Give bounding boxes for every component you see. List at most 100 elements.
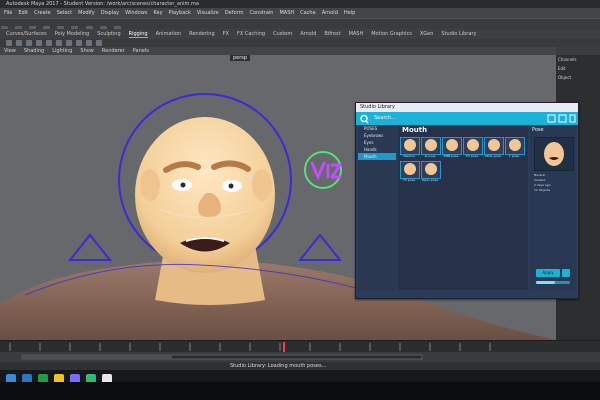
pose-thumb-ai[interactable] bbox=[421, 137, 441, 155]
dock-tab-edit[interactable]: Edit bbox=[556, 64, 600, 73]
folder-eyes[interactable]: Eyes bbox=[358, 139, 396, 146]
menu-edit[interactable]: Edit bbox=[18, 10, 28, 16]
pose-thumb-th[interactable] bbox=[400, 161, 420, 179]
shelf-tab-mash[interactable]: MASH bbox=[349, 31, 364, 37]
shelf-tab-rigging[interactable]: Rigging bbox=[128, 31, 148, 38]
range-selected[interactable] bbox=[22, 355, 172, 359]
folder-mouth[interactable]: Mouth bbox=[358, 153, 396, 160]
shelf-icon-3[interactable] bbox=[26, 40, 32, 46]
start-icon[interactable] bbox=[6, 374, 16, 382]
character-ear-right[interactable] bbox=[252, 169, 272, 201]
menu-modify[interactable]: Modify bbox=[78, 10, 95, 16]
shelf-tab-motion-graphics[interactable]: Motion Graphics bbox=[371, 31, 412, 37]
folder-hands[interactable]: Hands bbox=[358, 146, 396, 153]
studio-library-toolbar[interactable]: Search... bbox=[356, 112, 578, 125]
library-pose-browser[interactable]: Mouth Neutral AI pose EMB pose FV pose W… bbox=[398, 125, 528, 290]
pose-label-open: Open pose bbox=[421, 178, 439, 182]
main-menubar[interactable]: File Edit Create Select Modify Display W… bbox=[0, 8, 600, 18]
shelf-tab-curves[interactable]: Curves/Surfaces bbox=[6, 31, 47, 37]
taskbar-app-icon[interactable] bbox=[54, 374, 64, 382]
menu-visualize[interactable]: Visualize bbox=[197, 10, 219, 16]
pose-thumb-neutral[interactable] bbox=[400, 137, 420, 155]
shelf-tab-bifrost[interactable]: Bifrost bbox=[324, 31, 340, 37]
shelf-tabs[interactable]: Curves/Surfaces Poly Modeling Sculpting … bbox=[0, 29, 600, 39]
shelf-tab-studio-library[interactable]: Studio Library bbox=[441, 31, 476, 37]
menu-arnold[interactable]: Arnold bbox=[322, 10, 338, 16]
range-slider-graphics[interactable] bbox=[0, 352, 600, 362]
menu-deform[interactable]: Deform bbox=[225, 10, 244, 16]
shelf-icon-8[interactable] bbox=[76, 40, 82, 46]
menu-key[interactable]: Key bbox=[153, 10, 162, 16]
shelf-icon-9[interactable] bbox=[86, 40, 92, 46]
shelf-tab-sculpting[interactable]: Sculpting bbox=[97, 31, 120, 37]
pose-thumb-emb[interactable] bbox=[442, 137, 462, 155]
panel-menu-lighting[interactable]: Lighting bbox=[52, 48, 72, 54]
apply-options-icon[interactable] bbox=[562, 269, 570, 277]
menu-create[interactable]: Create bbox=[34, 10, 51, 16]
pose-thumbnail-grid[interactable]: Neutral AI pose EMB pose FV pose Wide po… bbox=[400, 137, 526, 197]
pose-preview[interactable] bbox=[534, 137, 574, 171]
settings-icon[interactable] bbox=[547, 114, 556, 123]
taskbar-app-icon[interactable] bbox=[102, 374, 112, 382]
shelf-icon-row[interactable] bbox=[0, 39, 600, 47]
library-search-input[interactable]: Search... bbox=[374, 115, 414, 122]
range-slider[interactable] bbox=[0, 352, 600, 362]
panel-menu-show[interactable]: Show bbox=[80, 48, 94, 54]
menu-display[interactable]: Display bbox=[101, 10, 119, 16]
pose-details-panel[interactable]: Pose Neutral student 2 days ago 12 Objec… bbox=[530, 125, 576, 290]
panel-menu-shading[interactable]: Shading bbox=[24, 48, 44, 54]
search-icon[interactable] bbox=[360, 114, 368, 123]
character-ear-left[interactable] bbox=[140, 169, 160, 201]
menu-file[interactable]: File bbox=[4, 10, 12, 16]
folder-poses[interactable]: POSES bbox=[358, 125, 396, 132]
folder-eyebrows[interactable]: Eyebrows bbox=[358, 132, 396, 139]
shelf-tab-fx[interactable]: FX bbox=[223, 31, 229, 37]
os-taskbar[interactable] bbox=[0, 370, 600, 382]
timeline-current-frame[interactable] bbox=[283, 342, 285, 352]
pupil-left bbox=[180, 182, 186, 188]
menu-help[interactable]: Help bbox=[344, 10, 355, 16]
apply-button[interactable]: Apply bbox=[536, 269, 560, 277]
shelf-icon-10[interactable] bbox=[96, 40, 102, 46]
shelf-tab-animation[interactable]: Animation bbox=[156, 31, 182, 37]
shelf-icon-2[interactable] bbox=[16, 40, 22, 46]
pose-thumb-l[interactable] bbox=[505, 137, 525, 155]
panel-menu-panels[interactable]: Panels bbox=[133, 48, 149, 54]
menu-cache[interactable]: Cache bbox=[300, 10, 316, 16]
shelf-tab-custom[interactable]: Custom bbox=[273, 31, 292, 37]
panel-menu-renderer[interactable]: Renderer bbox=[102, 48, 125, 54]
studio-library-titlebar[interactable]: Studio Library bbox=[356, 103, 578, 112]
panel-menu-view[interactable]: View bbox=[4, 48, 16, 54]
shelf-tab-rendering[interactable]: Rendering bbox=[189, 31, 215, 37]
menu-constrain[interactable]: Constrain bbox=[249, 10, 273, 16]
taskbar-app-icon[interactable] bbox=[22, 374, 32, 382]
menu-mash[interactable]: MASH bbox=[279, 10, 294, 16]
shelf-tab-arnold[interactable]: Arnold bbox=[300, 31, 316, 37]
taskbar-app-icon[interactable] bbox=[38, 374, 48, 382]
dock-tab-channels[interactable]: Channels bbox=[556, 55, 600, 64]
menu-icon[interactable] bbox=[569, 114, 576, 123]
blend-slider[interactable] bbox=[536, 281, 570, 284]
menu-windows[interactable]: Windows bbox=[125, 10, 147, 16]
viewport-panel-menu[interactable]: View Shading Lighting Show Renderer Pane… bbox=[0, 47, 556, 55]
pose-thumb-open[interactable] bbox=[421, 161, 441, 179]
shelf-tab-fx-caching[interactable]: FX Caching bbox=[237, 31, 265, 37]
taskbar-app-icon[interactable] bbox=[70, 374, 80, 382]
shelf-tab-xgen[interactable]: XGen bbox=[420, 31, 434, 37]
library-folder-panel[interactable]: POSES Eyebrows Eyes Hands Mouth bbox=[358, 125, 396, 290]
shelf-icons[interactable] bbox=[0, 39, 600, 47]
shelf-icon-5[interactable] bbox=[46, 40, 52, 46]
taskbar-app-icon[interactable] bbox=[86, 374, 96, 382]
shelf-tab-poly[interactable]: Poly Modeling bbox=[55, 31, 90, 37]
shelf-icon-7[interactable] bbox=[66, 40, 72, 46]
pose-thumb-wide[interactable] bbox=[484, 137, 504, 155]
menu-select[interactable]: Select bbox=[57, 10, 72, 16]
layout-icon[interactable] bbox=[558, 114, 567, 123]
pose-thumb-fv[interactable] bbox=[463, 137, 483, 155]
studio-library-window[interactable]: Studio Library Search... POSES Eyebrows … bbox=[355, 102, 579, 299]
menu-playback[interactable]: Playback bbox=[169, 10, 191, 16]
shelf-icon-1[interactable] bbox=[6, 40, 12, 46]
dock-tab-object[interactable]: Object bbox=[556, 73, 600, 82]
shelf-icon-6[interactable] bbox=[56, 40, 62, 46]
shelf-icon-4[interactable] bbox=[36, 40, 42, 46]
